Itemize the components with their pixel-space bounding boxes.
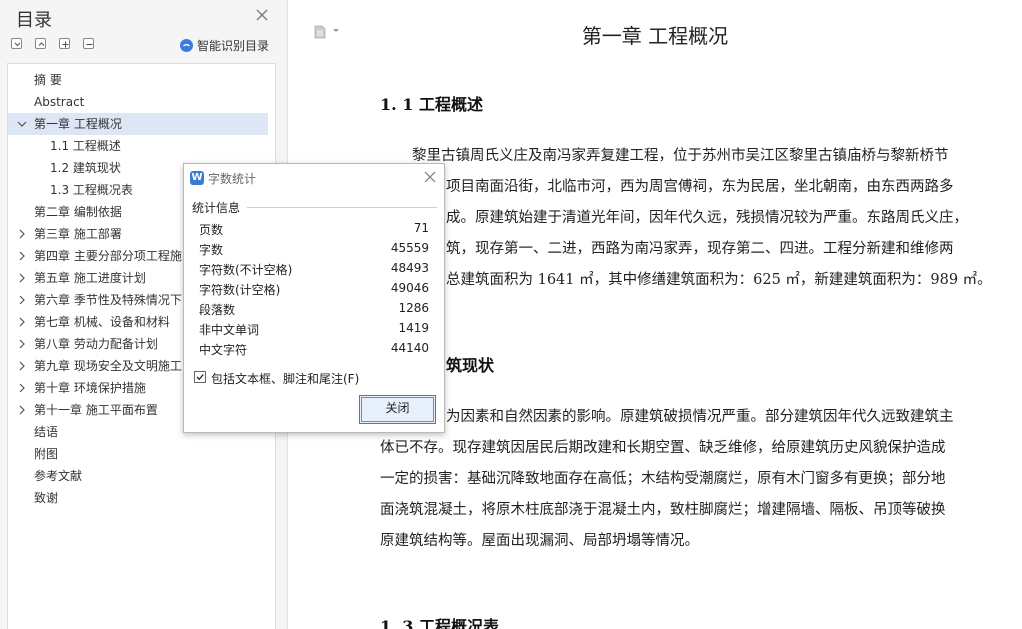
document-icon[interactable] [314, 25, 326, 39]
toc-item-label: Abstract [34, 95, 85, 109]
stat-value: 45559 [390, 241, 429, 255]
toc-item-label: 参考文献 [34, 469, 83, 483]
expand-up-icon[interactable] [35, 38, 46, 49]
chevron-right-icon[interactable] [17, 289, 27, 311]
smart-toc-label: 智能识别目录 [197, 38, 270, 53]
stat-row: 字数 45559 [199, 241, 429, 261]
toc-item-label: 第十章 环境保护措施 [34, 381, 146, 395]
paragraph-line: 原建筑结构等。屋面出现漏洞、局部坍塌等情况。 [380, 533, 699, 549]
toc-item-label: 第八章 劳动力配备计划 [34, 337, 158, 351]
add-heading-icon[interactable] [59, 38, 70, 49]
stat-value: 48493 [390, 261, 429, 275]
stat-label: 页数 [199, 223, 224, 237]
toc-item[interactable]: 致谢 [8, 487, 275, 509]
toc-item-label: 结语 [34, 425, 59, 439]
paragraph-line: 一定的损害：基础沉降致地面存在高低；木结构受潮腐烂，原有木门窗多有更换；部分地 [380, 471, 946, 487]
stat-label: 段落数 [199, 303, 236, 317]
stat-row: 字符数(不计空格) 48493 [199, 261, 429, 281]
stat-label: 中文字符 [199, 343, 248, 357]
stat-label: 字数 [199, 243, 224, 257]
stat-value: 71 [413, 221, 429, 235]
sidebar-close-icon[interactable] [255, 8, 269, 22]
toc-item-label: 第一章 工程概况 [34, 117, 122, 131]
stat-value: 1286 [398, 301, 429, 315]
chevron-down-icon[interactable] [332, 28, 340, 34]
stat-row: 字符数(计空格) 49046 [199, 281, 429, 301]
paragraph-line: 项目南面沿街，北临市河，西为周宫傅祠，东为民居，坐北朝南，由东西两路多 [446, 179, 954, 195]
paragraph-line: 面浇筑混凝土，将原木柱底部浇于混凝土内，致柱脚腐烂；增建隔墙、隔板、吊顶等破换 [380, 502, 946, 518]
paragraph-line: 筑，现存第一、二进，西路为南冯家弄，现存第二、四进。工程分新建和维修两 [446, 241, 954, 257]
word-count-dialog: W 字数统计 统计信息 页数 71 字数 45559 字符数(不计空格) 48493 字符数… [183, 163, 445, 433]
stat-value: 49046 [390, 281, 429, 295]
toc-item-label: 第九章 现场安全及文明施工 [34, 359, 182, 373]
section-heading: 1. 3 工程概况表 [380, 617, 499, 629]
chevron-right-icon[interactable] [17, 223, 27, 245]
stat-label: 字符数(计空格) [199, 283, 281, 297]
stat-row: 非中文单词 1419 [199, 321, 429, 341]
paragraph-line: 成。原建筑始建于清道光年间，因年代久远，残损情况较为严重。东路周氏义庄， [446, 210, 968, 226]
chevron-down-icon[interactable] [17, 113, 27, 135]
toc-item-label: 第十一章 施工平面布置 [34, 403, 158, 417]
toc-item-label: 第三章 施工部署 [34, 227, 122, 241]
collapse-all-icon[interactable] [11, 38, 22, 49]
stat-label: 非中文单词 [199, 323, 260, 337]
toc-item-label: 第四章 主要分部分项工程施 [34, 249, 182, 263]
smart-toc-button[interactable]: 智能识别目录 [180, 37, 269, 53]
toc-item-label: 1.3 工程概况表 [50, 183, 133, 197]
include-notes-checkbox[interactable] [194, 371, 206, 383]
stat-value: 1419 [398, 321, 429, 335]
stat-label: 字符数(不计空格) [199, 263, 293, 277]
toc-item-label: 摘 要 [34, 73, 62, 87]
paragraph-line: 体已不存。现存建筑因居民后期改建和长期空置、缺乏维修，给原建筑历史风貌保护造成 [380, 440, 946, 456]
toc-item[interactable]: Abstract [8, 91, 275, 113]
group-divider [247, 207, 437, 208]
toc-item[interactable]: 附图 [8, 443, 275, 465]
chevron-right-icon[interactable] [17, 333, 27, 355]
toc-item-label: 致谢 [34, 491, 59, 505]
paragraph-line: 总建筑面积为 1641 ㎡，其中修缮建筑面积为：625 ㎡，新建建筑面积为：98… [446, 272, 992, 288]
toc-item-label: 第二章 编制依据 [34, 205, 122, 219]
close-button-label: 关闭 [385, 401, 410, 415]
stat-row: 段落数 1286 [199, 301, 429, 321]
wps-writer-icon: W [190, 171, 204, 185]
paragraph-line: 黎里古镇周氏义庄及南冯家弄复建工程，位于苏州市吴江区黎里古镇庙桥与黎新桥节 [412, 148, 949, 164]
toc-item-label: 第七章 机械、设备和材料 [34, 315, 170, 329]
chevron-right-icon[interactable] [17, 311, 27, 333]
toc-item[interactable]: 第一章 工程概况 [8, 113, 268, 135]
chapter-title: 第一章 工程概况 [581, 24, 729, 48]
chevron-right-icon[interactable] [17, 377, 27, 399]
toc-item[interactable]: 参考文献 [8, 465, 275, 487]
chevron-right-icon[interactable] [17, 267, 27, 289]
include-notes-label[interactable]: 包括文本框、脚注和尾注(F) [211, 370, 359, 387]
toc-item-label: 第六章 季节性及特殊情况下 [34, 293, 182, 307]
close-button[interactable]: 关闭 [359, 395, 436, 424]
smart-toc-icon [180, 38, 193, 52]
toc-item-label: 附图 [34, 447, 59, 461]
toc-item-label: 第五章 施工进度计划 [34, 271, 146, 285]
close-icon[interactable] [424, 171, 436, 183]
toc-item-label: 1.1 工程概述 [50, 139, 121, 153]
dialog-title: 字数统计 [208, 172, 257, 186]
chevron-right-icon[interactable] [17, 245, 27, 267]
chevron-right-icon[interactable] [17, 399, 27, 421]
chevron-right-icon[interactable] [17, 355, 27, 377]
remove-heading-icon[interactable] [83, 38, 94, 49]
toc-item[interactable]: 摘 要 [8, 69, 275, 91]
stat-row: 中文字符 44140 [199, 341, 429, 361]
toc-item-label: 1.2 建筑现状 [50, 161, 121, 175]
toc-item[interactable]: 1.1 工程概述 [8, 135, 275, 157]
stats-group-label: 统计信息 [192, 201, 241, 215]
stat-value: 44140 [390, 341, 429, 355]
section-heading: 1. 1 工程概述 [380, 95, 483, 114]
sidebar-title: 目录 [16, 10, 52, 31]
section-heading: 筑现状 [446, 356, 495, 375]
stat-row: 页数 71 [199, 221, 429, 241]
paragraph-line: 为因素和自然因素的影响。原建筑破损情况严重。部分建筑因年代久远致建筑主 [446, 409, 954, 425]
